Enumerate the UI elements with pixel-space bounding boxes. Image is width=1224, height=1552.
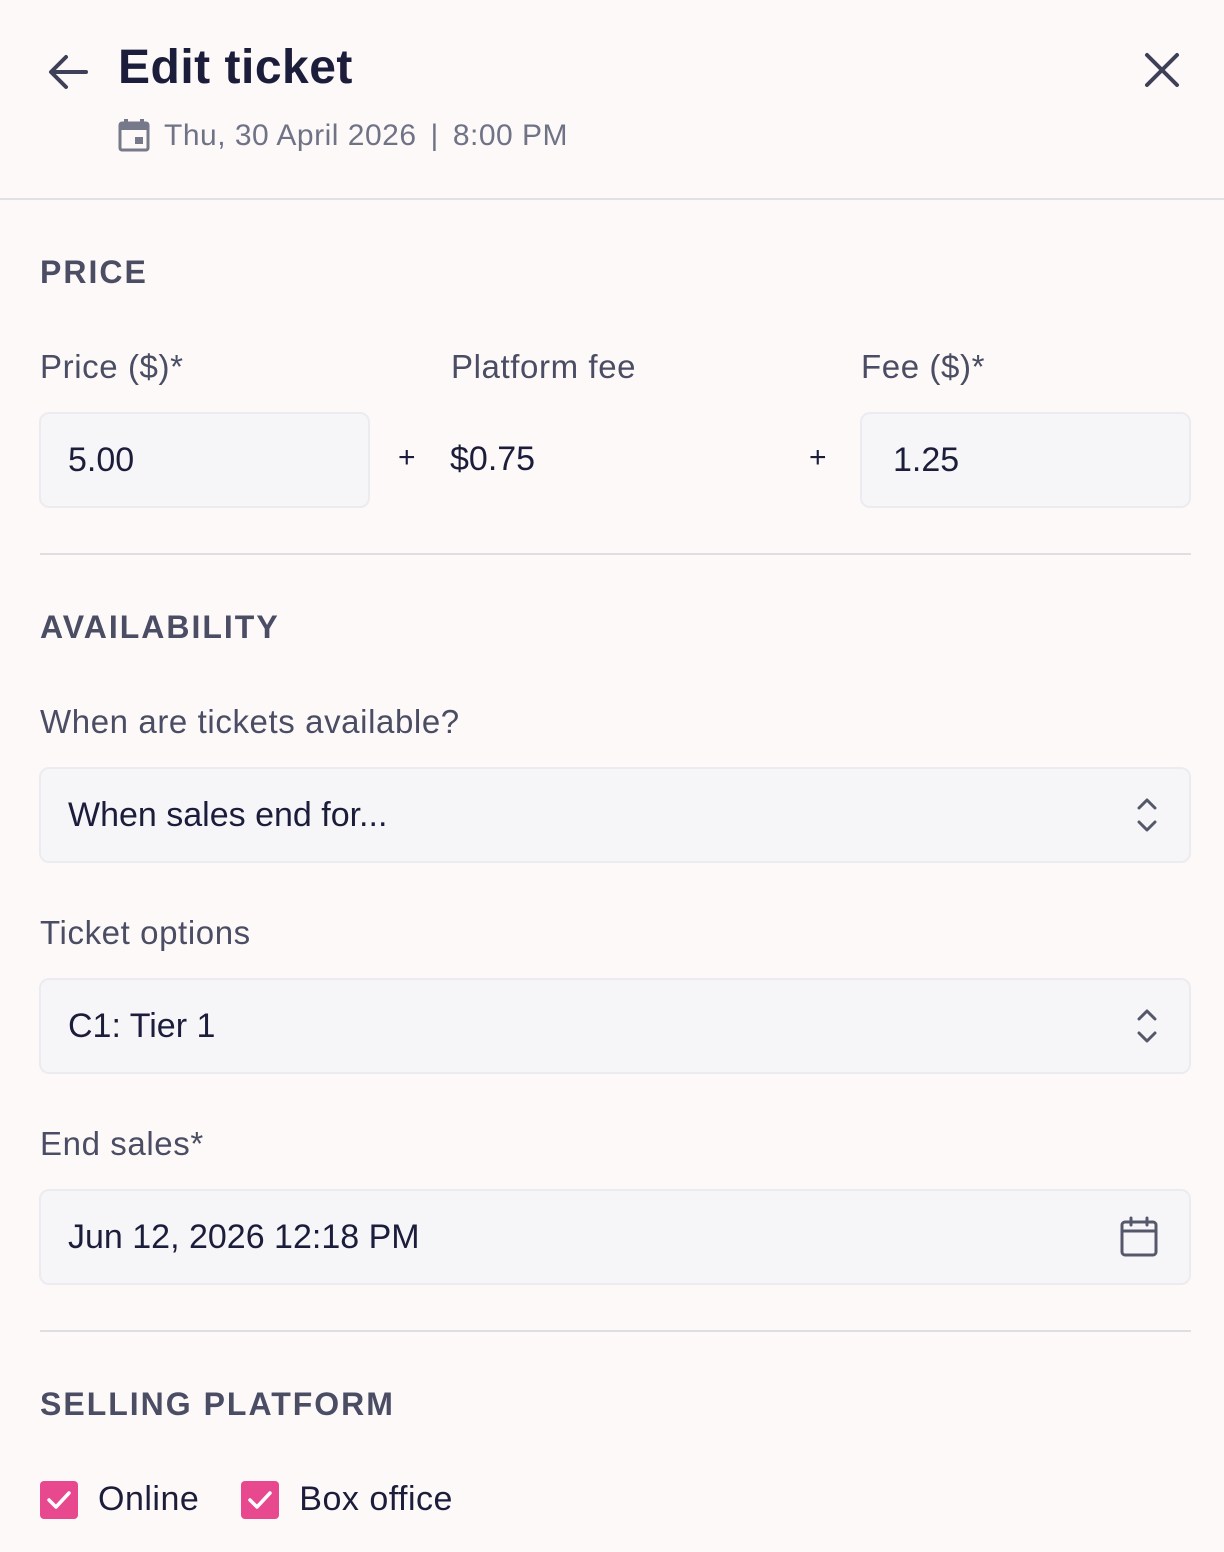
- back-button[interactable]: [44, 48, 92, 96]
- checkmark-icon: [248, 1490, 273, 1509]
- box-office-checkbox[interactable]: [241, 1480, 280, 1519]
- ticket-options-label: Ticket options: [40, 914, 251, 951]
- selling-platform-options: Online Box office: [40, 1480, 495, 1519]
- ticket-options-select[interactable]: C1: Tier 1: [39, 978, 1191, 1074]
- checkmark-icon: [47, 1490, 71, 1509]
- event-datetime: Thu, 30 April 2026 | 8:00 PM: [118, 118, 568, 154]
- platform-fee-value: $0.75: [450, 440, 536, 478]
- fee-input[interactable]: 1.25: [860, 412, 1191, 508]
- price-label: Price ($)*: [40, 348, 184, 385]
- plus-sign: +: [398, 441, 416, 474]
- page-title: Edit ticket: [118, 41, 353, 94]
- when-available-value: When sales end for...: [68, 795, 388, 834]
- online-checkbox-label: Online: [98, 1480, 200, 1518]
- end-sales-value: Jun 12, 2026 12:18 PM: [68, 1217, 420, 1256]
- divider: [40, 1330, 1191, 1332]
- close-icon: [1145, 53, 1179, 87]
- event-time: 8:00 PM: [452, 119, 569, 152]
- price-section-title: PRICE: [40, 254, 148, 290]
- selling-platform-section-title: SELLING PLATFORM: [40, 1386, 395, 1422]
- event-date: Thu, 30 April 2026: [164, 119, 417, 152]
- end-sales-label: End sales*: [40, 1125, 204, 1162]
- fee-value: 1.25: [893, 440, 960, 479]
- close-button[interactable]: [1138, 46, 1186, 94]
- select-chevrons-icon: [1135, 1006, 1159, 1046]
- calendar-icon[interactable]: [1119, 1216, 1159, 1258]
- price-value: 5.00: [68, 440, 135, 479]
- datetime-separator: |: [430, 119, 439, 152]
- when-available-label: When are tickets available?: [40, 703, 460, 740]
- select-chevrons-icon: [1135, 795, 1159, 835]
- fee-label: Fee ($)*: [861, 348, 986, 385]
- divider: [40, 553, 1191, 555]
- when-available-select[interactable]: When sales end for...: [39, 767, 1191, 863]
- end-sales-input[interactable]: Jun 12, 2026 12:18 PM: [39, 1189, 1191, 1285]
- box-office-checkbox-label: Box office: [299, 1480, 453, 1518]
- calendar-icon: [118, 118, 152, 154]
- ticket-options-value: C1: Tier 1: [68, 1006, 216, 1045]
- price-input[interactable]: 5.00: [39, 412, 370, 508]
- plus-sign: +: [809, 441, 827, 474]
- availability-section-title: AVAILABILITY: [40, 609, 280, 645]
- header: Edit ticket Thu, 30 April 2026 | 8:00 PM: [0, 0, 1224, 200]
- platform-fee-label: Platform fee: [451, 348, 637, 385]
- online-checkbox[interactable]: [40, 1480, 78, 1519]
- back-arrow-icon: [49, 55, 88, 89]
